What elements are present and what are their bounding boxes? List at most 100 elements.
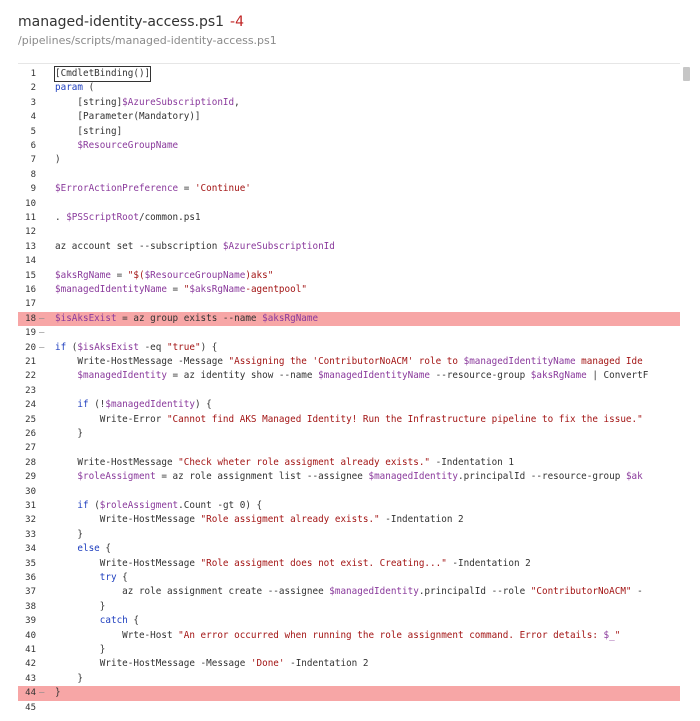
code-text: Wrte-Host "An error occurred when runnin…	[55, 629, 620, 643]
code-line[interactable]: 10	[18, 197, 680, 211]
vertical-scrollbar-thumb[interactable]	[683, 67, 690, 81]
code-text: catch {	[55, 614, 139, 628]
code-line[interactable]: 11. $PSScriptRoot/common.ps1	[18, 211, 680, 225]
code-line[interactable]: 2 param (	[18, 81, 680, 95]
code-line[interactable]: 4 [Parameter(Mandatory)]	[18, 110, 680, 124]
code-text: if ($roleAssigment.Count -gt 0) {	[55, 499, 262, 513]
fold-marker-icon[interactable]: —	[39, 686, 48, 700]
code-line[interactable]: 41 }	[18, 643, 680, 657]
code-line[interactable]: 22 $managedIdentity = az identity show -…	[18, 369, 680, 383]
line-number: 35	[25, 558, 36, 569]
line-number: 8	[30, 169, 36, 180]
line-number: 1	[30, 69, 36, 79]
code-token: "Role assigment already exists."	[200, 514, 380, 526]
code-line[interactable]: 27	[18, 441, 680, 455]
code-line[interactable]: 16 $managedIdentityName = "$aksRgName-age…	[18, 283, 680, 297]
code-line[interactable]: 23	[18, 384, 680, 398]
code-text: [string]	[55, 125, 122, 139]
code-line[interactable]: 38 }	[18, 600, 680, 614]
code-line[interactable]: 3 [string]$AzureSubscriptionId,	[18, 96, 680, 110]
file-path: /pipelines/scripts/managed-identity-acce…	[18, 34, 277, 47]
code-line[interactable]: 18— $isAksExist = az group exists --name …	[18, 311, 680, 327]
code-line[interactable]: 7)	[18, 153, 680, 167]
code-text: Write-HostMessage "Role assigment alread…	[55, 513, 464, 527]
code-line[interactable]: 1 [CmdletBinding()]	[18, 65, 680, 83]
code-line[interactable]: 24 if (!$managedIdentity) {	[18, 398, 680, 412]
code-token: $aksRgName	[189, 284, 246, 295]
code-line[interactable]: 40 Wrte-Host "An error occurred when run…	[18, 629, 680, 643]
code-token: if	[77, 399, 89, 411]
code-line[interactable]: 43 }	[18, 672, 680, 686]
code-token: "	[614, 629, 621, 641]
code-text: try {	[55, 571, 128, 585]
code-line[interactable]: 28 Write-HostMessage "Check wheter role …	[18, 456, 680, 470]
code-line[interactable]: 9 $ErrorActionPreference = 'Continue'	[18, 182, 680, 196]
code-token: = az role assignment list --assignee	[155, 471, 369, 483]
code-line[interactable]: 35 Write-HostMessage "Role assigment doe…	[18, 557, 680, 571]
code-token: [CmdletBinding()]	[53, 65, 152, 83]
code-line[interactable]: 33 }	[18, 528, 680, 542]
file-name[interactable]: managed-identity-access.ps1	[18, 14, 224, 30]
code-line[interactable]: 45	[18, 701, 680, 715]
code-token: = az group exists --name	[116, 312, 263, 324]
code-token: 'Done'	[250, 658, 285, 670]
code-token: $ak	[625, 471, 643, 483]
code-text: }	[55, 600, 106, 614]
code-text: $ResourceGroupName	[55, 139, 178, 153]
code-line[interactable]: 17	[18, 297, 680, 311]
code-token: }	[55, 528, 83, 540]
code-token: {	[127, 615, 139, 627]
code-line[interactable]: 5 [string]	[18, 125, 680, 139]
code-token: ) {	[194, 399, 212, 411]
line-number: 44	[25, 688, 36, 699]
code-line[interactable]: 21 Write-HostMessage -Message "Assigning…	[18, 355, 680, 369]
code-token: $isAksExist	[55, 312, 117, 324]
code-editor[interactable]: 1 [CmdletBinding()] 2 param (3 [string]$Azu…	[18, 63, 680, 721]
code-text: $managedIdentity = az identity show --na…	[55, 369, 648, 383]
code-token: $managedIdentity	[368, 471, 459, 483]
code-token: try	[99, 572, 117, 583]
code-text: Write-HostMessage -Message "Assigning th…	[55, 355, 642, 369]
line-number: 19	[25, 328, 36, 339]
code-token: -Indentation 2	[446, 557, 531, 569]
code-line[interactable]: 26 }	[18, 427, 680, 441]
code-line[interactable]: 34 else {	[18, 542, 680, 556]
code-line[interactable]: 29 $roleAssigment = az role assignment l…	[18, 470, 680, 484]
code-line[interactable]: 31 if ($roleAssigment.Count -gt 0) {	[18, 499, 680, 513]
code-line[interactable]: 39 catch {	[18, 614, 680, 628]
code-token: Write-HostMessage	[55, 557, 201, 569]
fold-marker-icon[interactable]: —	[39, 341, 48, 355]
code-token: if	[55, 341, 67, 353]
code-token: [string]	[55, 96, 123, 108]
code-token: .	[55, 212, 67, 223]
code-token: Write-HostMessage	[55, 514, 201, 526]
code-line[interactable]: 36 try {	[18, 571, 680, 585]
code-line[interactable]: 37 az role assignment create --assignee …	[18, 585, 680, 599]
code-token: ,	[234, 96, 240, 108]
code-line[interactable]: 14	[18, 254, 680, 268]
code-line[interactable]: 13 az account set --subscription $AzureSu…	[18, 240, 680, 254]
code-token: -agentpool"	[245, 284, 307, 295]
code-line[interactable]: 12	[18, 225, 680, 239]
code-line[interactable]: 19—	[18, 326, 680, 340]
code-line[interactable]: 42 Write-HostMessage -Message 'Done' -In…	[18, 657, 680, 671]
fold-marker-icon[interactable]: —	[39, 312, 48, 326]
code-line[interactable]: 30	[18, 485, 680, 499]
code-line[interactable]: 32 Write-HostMessage "Role assigment alr…	[18, 513, 680, 527]
code-token: {	[99, 543, 111, 555]
code-token: }	[55, 428, 83, 439]
line-number: 39	[25, 616, 36, 627]
code-line[interactable]: 25 Write-Error "Cannot find AKS Managed …	[18, 413, 680, 427]
code-text: if (!$managedIdentity) {	[55, 398, 212, 412]
code-line[interactable]: 20— if ($isAksExist -eq "true") {	[18, 341, 680, 355]
code-line[interactable]: 6 $ResourceGroupName	[18, 139, 680, 153]
code-line[interactable]: 8	[18, 168, 680, 182]
code-token: "Check wheter role assigment already exi…	[178, 456, 431, 468]
code-line[interactable]: 44—}	[18, 686, 680, 701]
fold-marker-icon[interactable]: —	[39, 326, 48, 340]
line-number: 42	[25, 659, 36, 670]
line-number: 23	[25, 385, 36, 396]
code-token: [Parameter(Mandatory)]	[55, 111, 201, 123]
code-line[interactable]: 15 $aksRgName = "$($ResourceGroupName)aks…	[18, 269, 680, 283]
